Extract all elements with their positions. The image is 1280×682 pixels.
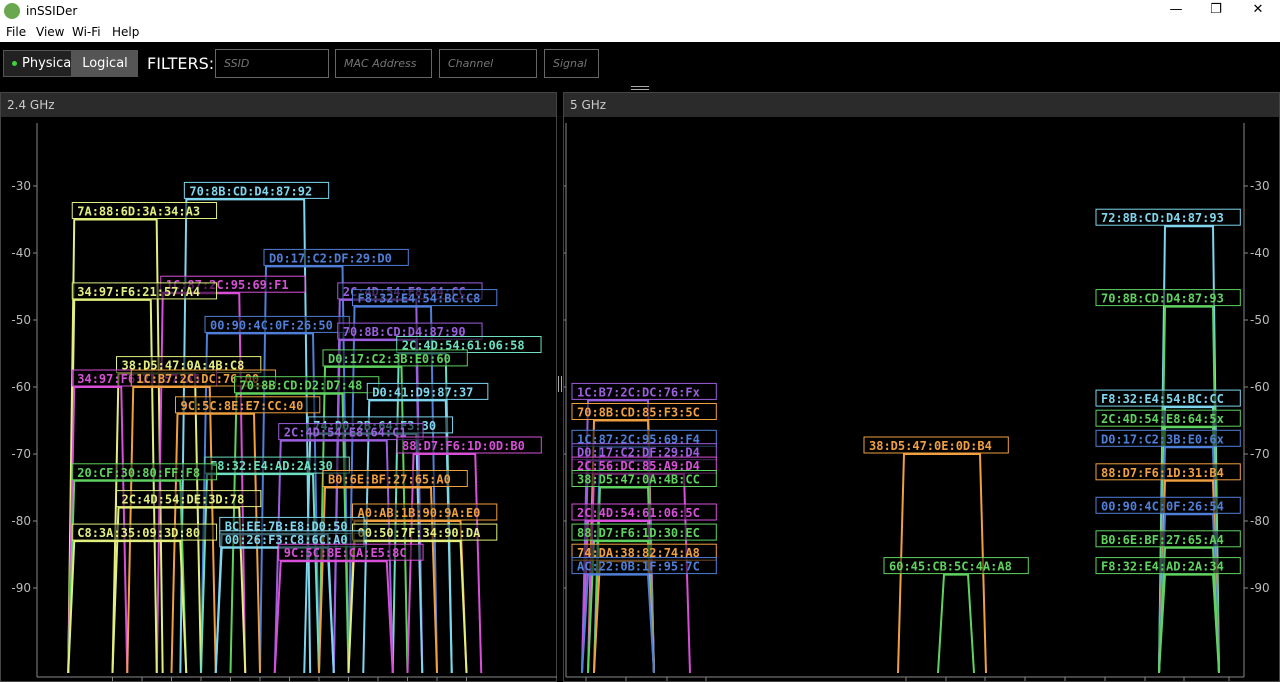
panel-5ghz-title: 5 GHz [564, 93, 1279, 117]
y-tick-label: -40 [11, 246, 31, 260]
network-mac-label: 38:D5:47:0A:4B:CC [577, 473, 700, 487]
y-tick-label: -80 [11, 514, 31, 528]
network-mac-label: 70:8B:CD:D2:D7:48 [240, 379, 363, 393]
signal-curve [67, 298, 158, 674]
network-signal[interactable]: C8:3A:35:09:3D:80 [67, 523, 218, 674]
graph-5ghz[interactable]: -30-30-40-40-50-50-60-60-70-70-80-80-90-… [564, 117, 1280, 682]
network-mac-label: 2C:4D:54:DE:3D:78 [122, 493, 245, 507]
graph-2-4ghz[interactable]: -30-40-50-60-70-80-901234567891011121370… [1, 117, 558, 682]
network-mac-label: 00:90:4C:0F:26:54 [1101, 499, 1224, 513]
y-tick-label: -50 [11, 313, 31, 327]
network-mac-label: AC:22:0B:1F:95:7C [577, 560, 700, 574]
network-signal[interactable]: 70:8B:CD:D4:87:90 [332, 322, 483, 674]
network-mac-label: 2C:4D:54:E8:64:5x [1101, 412, 1224, 426]
toolbar: Physical Logical FILTERS: [0, 42, 1280, 92]
network-signal[interactable]: 38:D5:47:0E:0D:B4 [863, 436, 1009, 674]
filters-label: FILTERS: [147, 54, 215, 73]
y-tick-label: -70 [11, 447, 31, 461]
network-mac-label: 7A:88:6D:3A:34:A3 [77, 205, 200, 219]
app-icon [4, 3, 20, 19]
y-tick-label-right: -90 [1250, 581, 1270, 595]
ssid-filter-input[interactable] [215, 49, 329, 78]
network-mac-label: 60:45:CB:5C:4A:A8 [889, 560, 1012, 574]
physical-label: Physical [22, 56, 75, 71]
network-mac-label: 70:8B:CD:D4:87:93 [1101, 292, 1224, 306]
network-mac-label: 38:D5:47:0E:0D:B4 [869, 439, 992, 453]
network-mac-label: F8:32:E4:54:BC:CC [1101, 392, 1224, 406]
network-mac-label: 1C:B7:2C:DC:76:Fx [577, 385, 700, 399]
menu-view[interactable]: View [36, 25, 64, 39]
network-signal[interactable]: 34:97:F6:21:57:A5 [67, 369, 218, 674]
network-mac-label: B0:6E:BF:27:65:A0 [328, 473, 451, 487]
panel-2-4ghz: 2.4 GHz -30-40-50-60-70-80-9012345678910… [0, 92, 557, 682]
network-mac-label: D0:17:C2:3B:E0:60 [328, 352, 451, 366]
y-tick-label-right: -40 [1250, 246, 1270, 260]
channel-filter-input[interactable] [439, 49, 537, 78]
y-tick-label: -90 [11, 581, 31, 595]
logical-toggle[interactable]: Logical [72, 50, 138, 77]
network-mac-label: 2C:4D:54:E8:64:C1 [284, 426, 407, 440]
network-mac-label: B0:6E:BF:27:65:A4 [1101, 533, 1224, 547]
maximize-button[interactable]: ❐ [1196, 0, 1236, 22]
signal-filter-input[interactable] [544, 49, 599, 78]
network-mac-label: D0:17:C2:3B:E0:6x [1101, 432, 1224, 446]
menu-wifi[interactable]: Wi-Fi [72, 25, 101, 39]
network-mac-label: 70:8B:CD:85:F3:5C [577, 406, 700, 420]
network-mac-label: D0:41:D9:87:37 [372, 385, 473, 399]
panel-2-4ghz-title: 2.4 GHz [1, 93, 556, 117]
physical-toggle[interactable]: Physical [3, 50, 75, 77]
y-tick-label-right: -70 [1250, 447, 1270, 461]
network-mac-label: 70:8B:CD:D4:87:92 [189, 184, 312, 198]
close-button[interactable]: ✕ [1238, 0, 1278, 22]
vertical-splitter-handle[interactable] [558, 376, 562, 392]
network-mac-label: 88:D7:F6:1D:30:EC [577, 526, 700, 540]
network-mac-label: C8:3A:35:09:3D:80 [77, 526, 200, 540]
network-mac-label: 34:97:F6:21:57:A4 [77, 285, 200, 299]
y-tick-label-right: -30 [1250, 179, 1270, 193]
menu-help[interactable]: Help [112, 25, 139, 39]
network-mac-label: 88:D7:F6:1D:31:B4 [1101, 466, 1224, 480]
y-tick-label-right: -50 [1250, 313, 1270, 327]
y-tick-label: -60 [11, 380, 31, 394]
menu-file[interactable]: File [6, 25, 26, 39]
network-signal[interactable]: 60:45:CB:5C:4A:A8 [883, 557, 1029, 674]
network-mac-label: F8:32:E4:AD:2A:30 [210, 459, 333, 473]
network-mac-label: 72:8B:CD:D4:87:93 [1101, 211, 1224, 225]
minimize-button[interactable]: — [1156, 0, 1196, 22]
window-title: inSSIDer [26, 4, 78, 18]
signal-curve [1158, 305, 1220, 674]
network-mac-label: F8:32:E4:AD:2A:34 [1101, 560, 1224, 574]
network-mac-label: 00:90:4C:0F:26:50 [210, 318, 333, 332]
y-tick-label-right: -60 [1250, 380, 1270, 394]
network-mac-label: 2C:4D:54:61:06:5C [577, 506, 700, 520]
panel-5ghz: 5 GHz -30-30-40-40-50-50-60-60-70-70-80-… [563, 92, 1280, 682]
network-mac-label: 88:D7:F6:1D:0D:B0 [402, 439, 525, 453]
active-dot-icon [12, 61, 17, 66]
horizontal-splitter-handle[interactable] [631, 86, 649, 90]
network-signal[interactable]: 7A:88:6D:3A:34:A3 [67, 202, 218, 674]
menu-bar: File View Wi-Fi Help [0, 22, 1280, 42]
y-tick-label-right: -80 [1250, 514, 1270, 528]
signal-curve [593, 560, 655, 674]
title-bar: inSSIDer — ❐ ✕ [0, 0, 1280, 22]
signal-curve [1158, 573, 1220, 674]
network-mac-label: 9C:5C:8E:CA:E5:8C [284, 546, 407, 560]
network-mac-label: 20:CF:30:80:FF:F8 [77, 466, 200, 480]
network-mac-label: A0:AB:1B:90:9A:E0 [358, 506, 481, 520]
mac-filter-input[interactable] [335, 49, 432, 78]
network-mac-label: 9C:5C:8E:E7:CC:40 [181, 399, 304, 413]
y-tick-label: -30 [11, 179, 31, 193]
network-mac-label: D0:17:C2:DF:29:D0 [269, 251, 392, 265]
signal-curve [937, 573, 975, 674]
network-mac-label: 00:50:7F:34:90:DA [358, 526, 482, 540]
network-mac-label: F8:32:E4:54:BC:C8 [358, 292, 481, 306]
